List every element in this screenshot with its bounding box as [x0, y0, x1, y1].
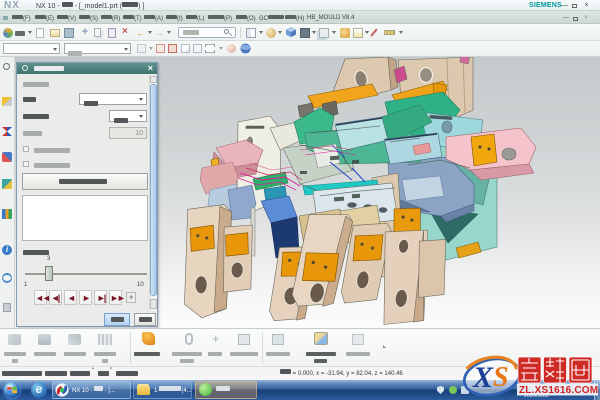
svg-text:ZL.XS1616.COM: ZL.XS1616.COM [519, 385, 598, 396]
svg-text:X: X [472, 361, 494, 394]
svg-text:S: S [493, 362, 509, 393]
